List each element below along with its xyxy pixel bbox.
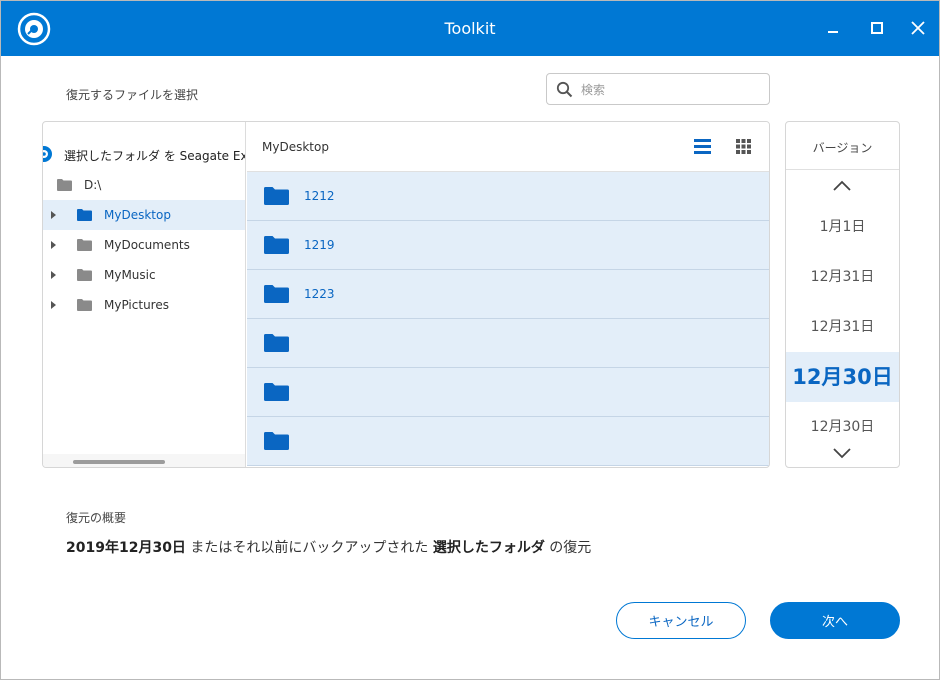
folder-tree: 選択したフォルダ を Seagate Expansi D:\ MyDesktop — [43, 122, 246, 467]
file-row[interactable] — [247, 368, 769, 417]
folder-icon — [264, 285, 289, 303]
tree-item-mypictures[interactable]: MyPictures — [43, 290, 245, 320]
close-icon — [911, 21, 925, 35]
folder-icon — [264, 432, 289, 450]
chevron-up-icon[interactable] — [832, 180, 852, 192]
maximize-icon — [871, 22, 883, 34]
search-input[interactable] — [581, 80, 761, 100]
tree-item-mymusic[interactable]: MyMusic — [43, 260, 245, 290]
tree-item-label: MyMusic — [104, 268, 156, 282]
version-header: バージョン — [786, 122, 899, 170]
summary-suffix: の復元 — [544, 540, 592, 556]
folder-icon — [77, 269, 92, 281]
tree-item-drive[interactable]: D:\ — [43, 170, 245, 200]
minimize-button[interactable] — [818, 13, 848, 43]
title-bar: Toolkit — [1, 1, 939, 56]
chevron-down-icon[interactable] — [832, 447, 852, 459]
summary-date: 2019年12月30日 — [66, 540, 186, 556]
maximize-button[interactable] — [862, 13, 892, 43]
folder-icon — [57, 179, 72, 191]
tree-item-label: MyDocuments — [104, 238, 190, 252]
close-button[interactable] — [903, 13, 933, 43]
expand-arrow-icon[interactable] — [51, 211, 56, 219]
file-row[interactable]: 1212 — [247, 172, 769, 221]
folder-icon — [264, 187, 289, 205]
tree-item-mydocuments[interactable]: MyDocuments — [43, 230, 245, 260]
version-item[interactable]: 12月31日 — [786, 302, 899, 352]
file-name: 1212 — [304, 189, 335, 203]
version-panel: バージョン 1月1日 12月31日 12月31日 12月30日 12月30日 — [785, 121, 900, 468]
folder-icon — [77, 239, 92, 251]
file-browser: 選択したフォルダ を Seagate Expansi D:\ MyDesktop — [42, 121, 770, 468]
folder-icon — [264, 383, 289, 401]
cancel-button[interactable]: キャンセル — [616, 602, 746, 639]
tree-item-label: D:\ — [84, 178, 102, 192]
folder-icon — [77, 209, 92, 221]
expand-arrow-icon[interactable] — [51, 301, 56, 309]
file-row[interactable]: 1223 — [247, 270, 769, 319]
file-row[interactable] — [247, 417, 769, 466]
backup-drive-icon — [43, 146, 52, 162]
folder-icon — [77, 299, 92, 311]
minimize-icon — [828, 31, 838, 33]
grid-view-icon[interactable] — [736, 139, 751, 154]
window-title: Toolkit — [444, 19, 496, 38]
file-list-header: MyDesktop — [247, 122, 769, 172]
file-list-pane: MyDesktop 1212 1219 1223 — [247, 122, 769, 467]
select-files-label: 復元するファイルを選択 — [66, 88, 199, 102]
toolkit-window: Toolkit 復元するファイルを選択 選択したフォルダ を S — [0, 0, 940, 680]
file-row[interactable]: 1219 — [247, 221, 769, 270]
expand-arrow-icon[interactable] — [51, 271, 56, 279]
version-item[interactable]: 12月31日 — [786, 252, 899, 302]
folder-icon — [264, 236, 289, 254]
summary-target: 選択したフォルダ — [432, 540, 545, 556]
summary-label: 復元の概要 — [66, 511, 127, 525]
version-item[interactable]: 12月30日 — [786, 402, 899, 452]
next-button[interactable]: 次へ — [770, 602, 900, 639]
expand-arrow-icon[interactable] — [51, 241, 56, 249]
version-item-selected[interactable]: 12月30日 — [786, 352, 899, 402]
horizontal-scrollbar[interactable] — [73, 460, 165, 464]
tree-root-label: 選択したフォルダ を Seagate Expansi — [64, 149, 245, 163]
summary-middle: またはそれ以前にバックアップされた — [185, 540, 433, 556]
restore-summary: 2019年12月30日 またはそれ以前にバックアップされた 選択したフォルダ の… — [66, 537, 591, 557]
folder-icon — [264, 334, 289, 352]
search-box[interactable] — [546, 73, 770, 105]
file-name: 1219 — [304, 238, 335, 252]
file-name: 1223 — [304, 287, 335, 301]
tree-item-mydesktop[interactable]: MyDesktop — [43, 200, 245, 230]
tree-item-label: MyPictures — [104, 298, 169, 312]
search-icon — [556, 81, 573, 98]
tree-item-label: MyDesktop — [104, 208, 171, 222]
list-view-icon[interactable] — [694, 139, 711, 154]
current-path: MyDesktop — [262, 140, 329, 154]
file-row[interactable] — [247, 319, 769, 368]
version-item[interactable]: 1月1日 — [786, 202, 899, 252]
